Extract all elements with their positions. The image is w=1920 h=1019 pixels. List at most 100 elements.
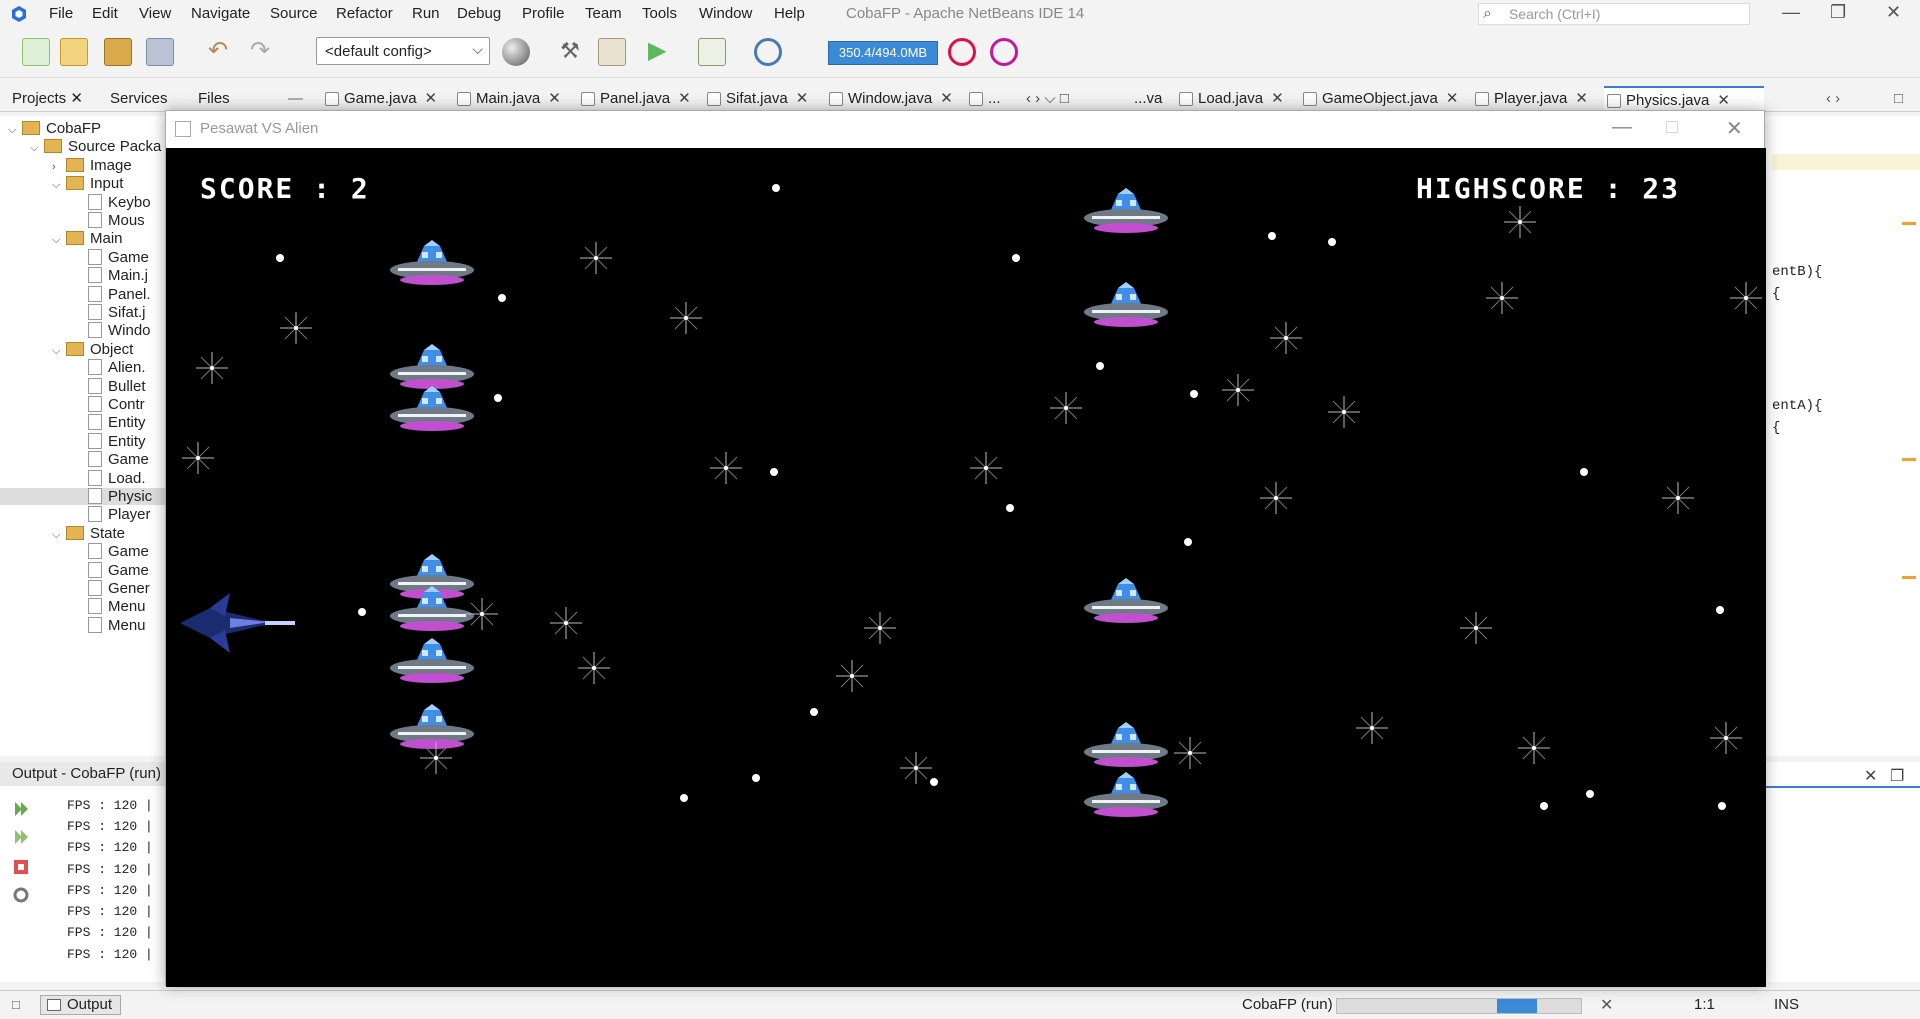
output-toggle-button[interactable]: Output: [40, 995, 122, 1015]
restore-window-icon[interactable]: ❐: [1890, 766, 1904, 786]
tab-scroll-arrows[interactable]: ‹ ›: [1826, 86, 1840, 112]
tab-truncated-java[interactable]: ...va: [1112, 86, 1162, 112]
tab-services[interactable]: Services: [110, 86, 168, 112]
close-icon[interactable]: ✕: [1726, 116, 1743, 141]
close-icon[interactable]: ✕: [796, 90, 809, 107]
notification-icon[interactable]: □: [12, 997, 20, 1012]
tree-item[interactable]: Gener: [74, 580, 150, 597]
tab-main-java[interactable]: Main.java ✕: [454, 86, 561, 112]
menu-file[interactable]: File: [49, 5, 73, 22]
gc-icon-2[interactable]: [990, 38, 1018, 66]
save-all-icon[interactable]: [146, 38, 174, 66]
menu-profile[interactable]: Profile: [522, 5, 565, 22]
tree-item[interactable]: Physic: [0, 488, 168, 505]
rerun-icon[interactable]: [12, 800, 30, 818]
open-project-icon[interactable]: [104, 38, 132, 66]
tab-overflow[interactable]: ...: [966, 86, 1001, 112]
tree-item[interactable]: Game: [74, 248, 149, 266]
tab-window-java[interactable]: Window.java ✕: [826, 86, 953, 112]
expand-toggle-icon[interactable]: ›: [52, 161, 66, 173]
error-stripe-marker[interactable]: [1902, 458, 1916, 461]
game-title-bar[interactable]: Pesawat VS Alien — □ ✕: [166, 111, 1764, 148]
tree-item[interactable]: ⌵ Source Packa: [30, 138, 161, 155]
search-input[interactable]: ⌕ Search (Ctrl+I): [1478, 3, 1750, 25]
tree-item[interactable]: ⌵ Input: [52, 175, 123, 192]
menu-debug[interactable]: Debug: [457, 5, 501, 22]
close-icon[interactable]: ✕: [1271, 90, 1284, 107]
expand-toggle-icon[interactable]: ⌵: [52, 234, 66, 247]
menu-navigate[interactable]: Navigate: [191, 5, 250, 22]
menu-edit[interactable]: Edit: [92, 5, 118, 22]
tab-projects[interactable]: Projects ✕: [12, 86, 83, 112]
game-canvas[interactable]: SCORE : 2 HIGHSCORE : 23: [166, 148, 1766, 987]
tree-item[interactable]: ⌵ State: [52, 525, 125, 542]
menu-source[interactable]: Source: [270, 5, 318, 22]
close-icon[interactable]: ✕: [1600, 995, 1613, 1015]
maximize-icon[interactable]: □: [1666, 116, 1678, 139]
tree-item[interactable]: Game: [74, 543, 149, 560]
expand-toggle-icon[interactable]: ⌵: [8, 124, 22, 137]
tree-item[interactable]: Menu: [74, 598, 146, 615]
close-icon[interactable]: ✕: [678, 90, 691, 107]
close-icon[interactable]: ✕: [425, 90, 438, 107]
new-file-icon[interactable]: [22, 38, 50, 66]
menu-help[interactable]: Help: [774, 5, 805, 22]
tree-item[interactable]: › Image: [52, 157, 132, 174]
tab-game-java[interactable]: Game.java ✕: [322, 86, 437, 112]
tab-physics-java[interactable]: Physics.java ✕: [1604, 86, 1764, 112]
tree-item[interactable]: Sifat.j: [74, 304, 146, 321]
tree-item[interactable]: ⌵ CobaFP: [8, 120, 101, 137]
expand-toggle-icon[interactable]: ⌵: [52, 179, 66, 192]
tab-nav-arrows[interactable]: ‹ › ⌵ □: [1026, 86, 1069, 112]
tree-item[interactable]: Mous: [74, 212, 145, 229]
tree-item[interactable]: Game: [74, 561, 149, 579]
tree-item[interactable]: ⌵ Main: [52, 230, 123, 247]
minimize-icon[interactable]: —: [1782, 2, 1800, 23]
tree-item[interactable]: Player: [74, 506, 151, 523]
menu-run[interactable]: Run: [412, 5, 440, 22]
tree-item[interactable]: Bullet: [74, 377, 146, 395]
close-icon[interactable]: ✕: [1717, 92, 1730, 109]
expand-toggle-icon[interactable]: ⌵: [30, 142, 44, 155]
error-stripe-marker[interactable]: [1902, 576, 1916, 579]
redo-icon[interactable]: ↷: [250, 38, 278, 66]
menu-window[interactable]: Window: [699, 5, 752, 22]
close-icon[interactable]: ✕: [548, 90, 561, 107]
rerun-with-params-icon[interactable]: [12, 828, 30, 846]
globe-icon[interactable]: [502, 38, 530, 66]
expand-toggle-icon[interactable]: ⌵: [52, 529, 66, 542]
error-stripe-marker[interactable]: [1902, 222, 1916, 225]
tab-sifat-java[interactable]: Sifat.java ✕: [704, 86, 808, 112]
tree-item[interactable]: Game: [74, 451, 149, 468]
minimize-panel-icon[interactable]: —: [288, 86, 303, 112]
tree-item[interactable]: Contr: [74, 396, 145, 413]
tree-item[interactable]: Alien.: [74, 359, 146, 376]
menu-tools[interactable]: Tools: [642, 5, 677, 22]
menu-view[interactable]: View: [139, 5, 171, 22]
maximize-icon[interactable]: ❐: [1830, 2, 1846, 23]
tree-item[interactable]: Entity: [74, 432, 146, 450]
gc-icon-1[interactable]: [948, 38, 976, 66]
tab-panel-java[interactable]: Panel.java ✕: [578, 86, 691, 112]
new-project-icon[interactable]: [60, 38, 88, 66]
minimize-icon[interactable]: —: [1612, 116, 1632, 139]
menu-refactor[interactable]: Refactor: [336, 5, 393, 22]
tree-item[interactable]: Menu: [74, 616, 146, 634]
debug-icon[interactable]: [698, 38, 726, 66]
build-hammer-icon[interactable]: ⚒: [556, 38, 584, 66]
close-icon[interactable]: ✕: [1446, 90, 1459, 107]
profile-icon[interactable]: [754, 38, 782, 66]
tab-files[interactable]: Files: [198, 86, 230, 112]
close-icon[interactable]: ✕: [1886, 2, 1901, 23]
tree-item[interactable]: Keybo: [74, 193, 151, 211]
close-icon[interactable]: ✕: [1864, 766, 1877, 786]
tree-item[interactable]: Main.j: [74, 267, 148, 284]
close-icon[interactable]: ✕: [70, 90, 83, 107]
tree-item[interactable]: Load.: [74, 469, 146, 487]
undo-icon[interactable]: ↶: [208, 38, 236, 66]
tree-item[interactable]: ⌵ Object: [52, 341, 133, 358]
settings-icon[interactable]: [12, 886, 30, 904]
tree-item[interactable]: Entity: [74, 414, 146, 431]
menu-team[interactable]: Team: [585, 5, 622, 22]
tab-load-java[interactable]: Load.java ✕: [1176, 86, 1284, 112]
